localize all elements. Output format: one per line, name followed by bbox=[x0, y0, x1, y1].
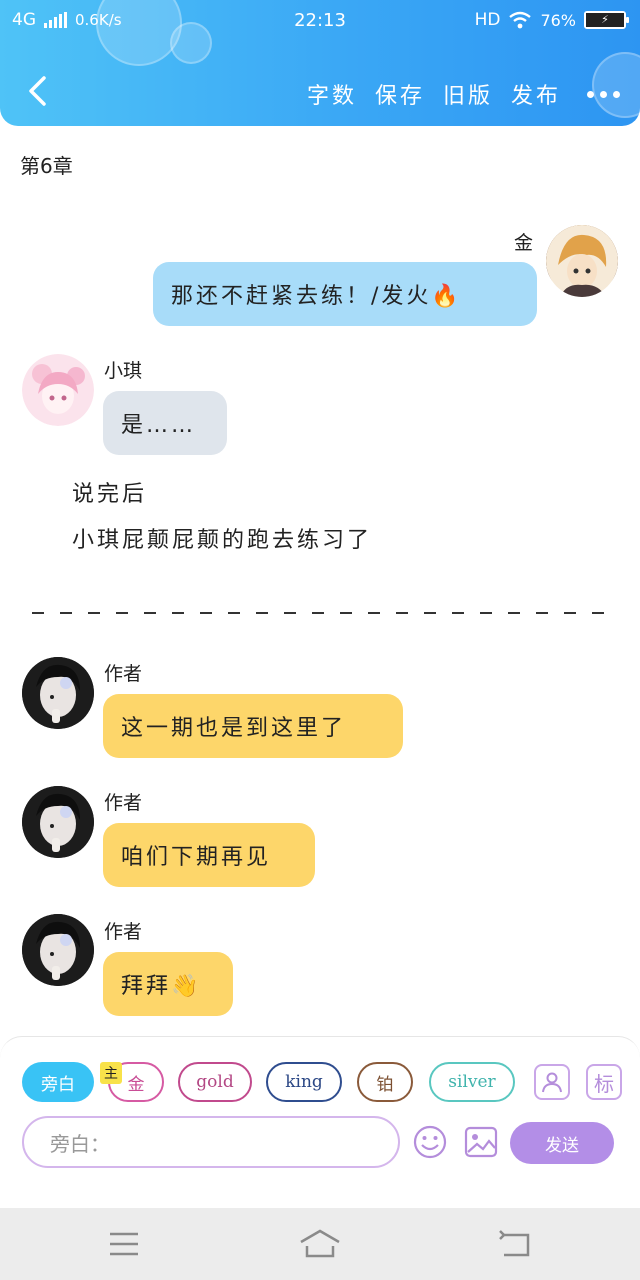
tag-button[interactable]: 标 bbox=[586, 1064, 622, 1100]
home-button[interactable] bbox=[298, 1226, 342, 1262]
battery-percent: 76% bbox=[540, 10, 576, 30]
sender-name: 作者 bbox=[104, 921, 143, 943]
back-button[interactable] bbox=[20, 74, 54, 108]
home-icon bbox=[300, 1229, 340, 1258]
message-input[interactable]: 旁白： bbox=[22, 1116, 400, 1168]
avatar-author[interactable] bbox=[22, 786, 94, 858]
menu-button[interactable] bbox=[104, 1226, 144, 1262]
role-chip-bo[interactable]: 铂 bbox=[357, 1062, 413, 1102]
nav-bar: 字数 保存 旧版 发布 bbox=[0, 60, 640, 124]
battery-icon: ⚡ bbox=[584, 11, 629, 29]
chat-bubble[interactable]: 咱们下期再见 bbox=[103, 823, 315, 887]
avatar-image bbox=[22, 354, 94, 426]
image-icon[interactable] bbox=[463, 1124, 499, 1160]
system-nav-bar bbox=[0, 1208, 640, 1280]
add-role-button[interactable] bbox=[534, 1064, 570, 1100]
emoji-icon[interactable] bbox=[412, 1124, 448, 1160]
role-chip-narrator[interactable]: 旁白 bbox=[22, 1062, 94, 1102]
avatar-author[interactable] bbox=[22, 914, 94, 986]
main-role-badge: 主 bbox=[100, 1062, 122, 1084]
publish-button[interactable]: 发布 bbox=[511, 78, 561, 110]
sender-name: 金 bbox=[514, 232, 534, 254]
sender-name: 作者 bbox=[104, 792, 143, 814]
avatar-jin[interactable] bbox=[546, 225, 618, 297]
narration-line[interactable]: 小琪屁颠屁颠的跑去练习了 bbox=[72, 522, 372, 554]
chat-bubble[interactable]: 拜拜👋 bbox=[103, 952, 233, 1016]
hd-label: HD bbox=[474, 10, 501, 30]
avatar-author[interactable] bbox=[22, 657, 94, 729]
avatar-image bbox=[22, 786, 94, 858]
return-icon bbox=[499, 1230, 530, 1257]
avatar-image bbox=[22, 657, 94, 729]
avatar-image bbox=[22, 914, 94, 986]
role-chip-gold[interactable]: gold bbox=[178, 1062, 252, 1102]
role-chip-silver[interactable]: silver bbox=[429, 1062, 515, 1102]
chat-bubble[interactable]: 那还不赶紧去练！/发火🔥 bbox=[153, 262, 537, 326]
chevron-left-icon bbox=[29, 76, 46, 106]
app-header: 4G 0.6K/s 22:13 HD 76% ⚡ 字数 保存 旧版 发布 bbox=[0, 0, 640, 126]
wifi-icon bbox=[509, 11, 532, 29]
old-version-button[interactable]: 旧版 bbox=[443, 78, 493, 110]
chat-bubble[interactable]: 这一期也是到这里了 bbox=[103, 694, 403, 758]
person-icon bbox=[542, 1072, 562, 1093]
sender-name: 小琪 bbox=[104, 360, 143, 382]
sender-name: 作者 bbox=[104, 663, 143, 685]
save-button[interactable]: 保存 bbox=[375, 78, 425, 110]
more-icon[interactable] bbox=[587, 90, 620, 98]
send-button[interactable]: 发送 bbox=[510, 1122, 614, 1164]
avatar-image bbox=[546, 225, 618, 297]
role-chip-king[interactable]: king bbox=[266, 1062, 342, 1102]
avatar-xiaoqi[interactable] bbox=[22, 354, 94, 426]
word-count-button[interactable]: 字数 bbox=[307, 78, 357, 110]
status-bar: 4G 0.6K/s 22:13 HD 76% ⚡ bbox=[0, 0, 640, 42]
back-nav-button[interactable] bbox=[496, 1226, 536, 1262]
menu-icon bbox=[110, 1232, 138, 1256]
chat-bubble[interactable]: 是…… bbox=[103, 391, 227, 455]
narration-line[interactable]: 说完后 bbox=[72, 476, 147, 508]
divider bbox=[32, 612, 612, 614]
chapter-title: 第6章 bbox=[20, 154, 73, 178]
